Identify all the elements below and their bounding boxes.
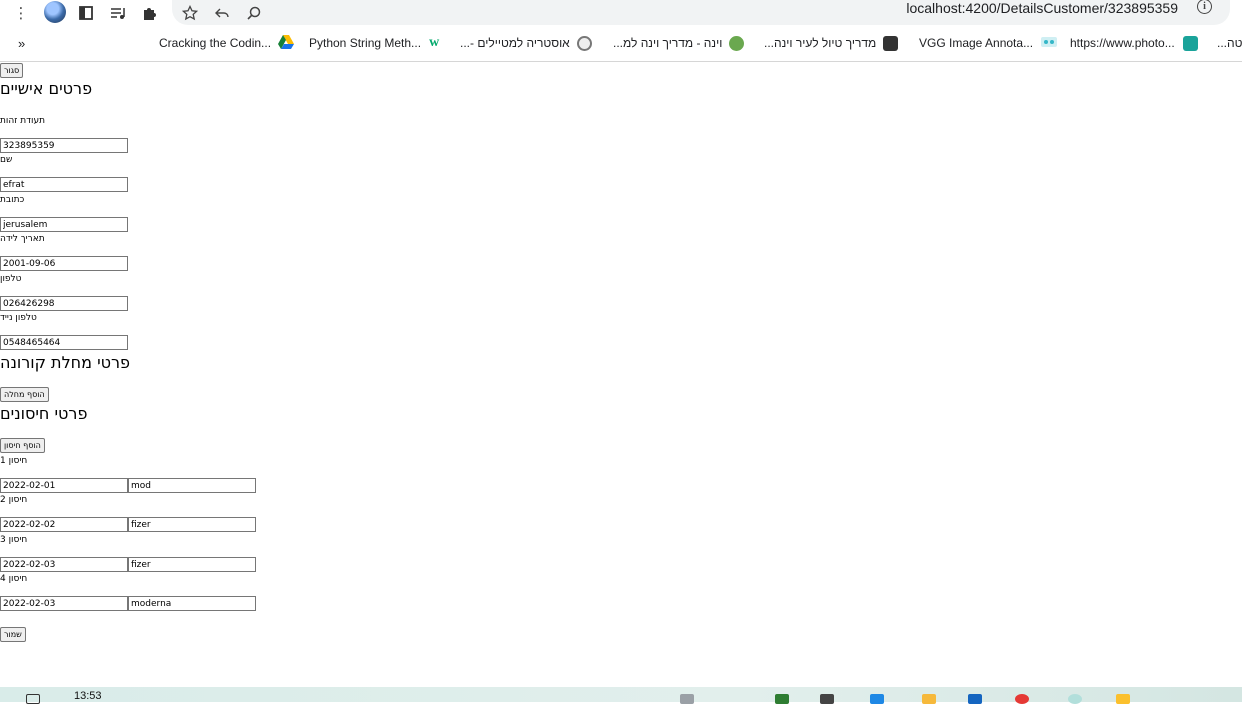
more-options-icon[interactable]: ⋮ <box>10 2 32 24</box>
vaccine-date-field[interactable] <box>0 517 128 532</box>
photo-icon <box>1182 35 1198 51</box>
vscode-icon[interactable] <box>870 694 884 704</box>
bookmark-label: מדריך טיול לעיר וינה... <box>764 36 877 50</box>
task-view-icon[interactable] <box>26 694 40 704</box>
vaccine-label: חיסון 4 <box>0 574 28 584</box>
profile-avatar-icon[interactable] <box>44 1 66 23</box>
browser-chrome: ⋮ localhost:4200/DetailsCustomer/3238953… <box>0 0 1242 62</box>
vaccine-maker-field[interactable] <box>128 517 256 532</box>
mobile-label: טלפון נייד <box>0 313 37 323</box>
media-controls-icon[interactable] <box>107 2 129 24</box>
bookmark-label: Cracking the Codin... <box>159 36 272 50</box>
bookmark-label: אוסטריה למטיילים -... <box>460 36 570 50</box>
bookmark-item[interactable]: וינה - מדריך וינה למ... <box>613 34 745 52</box>
birthdate-label: תאריך לידה <box>0 234 45 244</box>
google-drive-icon <box>278 34 295 52</box>
vaccine-maker-field[interactable] <box>128 596 256 611</box>
id-field[interactable] <box>0 138 128 153</box>
address-label: כתובת <box>0 195 25 205</box>
browser-toolbar: ⋮ localhost:4200/DetailsCustomer/3238953… <box>0 0 1242 26</box>
vaccine-label: חיסון 1 <box>0 456 28 466</box>
taskbar-clock: 13:53 <box>74 690 102 702</box>
bookmark-item[interactable]: VGG Image Annota... <box>919 34 1058 52</box>
omnibox[interactable]: localhost:4200/DetailsCustomer/323895359… <box>172 0 1230 25</box>
vaccine-maker-field[interactable] <box>128 478 256 493</box>
bookmark-item[interactable]: Cracking the Codin... <box>159 34 295 52</box>
add-illness-button[interactable]: הוסף מחלה <box>0 387 49 402</box>
vaccine-maker-field[interactable] <box>128 557 256 572</box>
bookmark-item[interactable]: Python String Meth... w <box>309 34 439 52</box>
bookmark-label: Python String Meth... <box>309 36 422 50</box>
vaccines-heading: פרטי חיסונים <box>0 404 88 423</box>
phone-label: טלפון <box>0 274 22 284</box>
id-label: תעודת זהות <box>0 116 46 126</box>
bookmark-label: VGG Image Annota... <box>919 36 1034 50</box>
zoom-search-icon[interactable] <box>243 2 265 24</box>
name-field[interactable] <box>0 177 128 192</box>
bookmark-item[interactable]: https://www.photo... <box>1070 34 1198 52</box>
taskbar-app-icon[interactable] <box>1068 694 1082 704</box>
site-icon <box>883 35 899 51</box>
w3schools-icon: w <box>429 35 440 50</box>
bookmark-item[interactable]: ...טה <box>1217 34 1242 52</box>
bookmarks-overflow-icon[interactable]: » <box>18 34 25 52</box>
site-info-icon[interactable]: i <box>1197 0 1212 14</box>
save-button[interactable]: שמור <box>0 627 26 642</box>
bookmark-label: וינה - מדריך וינה למ... <box>613 36 723 50</box>
bookmarks-bar: » Cracking the Codin... Python String Me… <box>0 30 1242 56</box>
site-icon <box>576 35 592 51</box>
share-icon[interactable] <box>211 2 233 24</box>
chrome-icon[interactable] <box>1015 694 1029 704</box>
taskbar-app-icon[interactable] <box>680 694 694 704</box>
address-field[interactable] <box>0 217 128 232</box>
taskbar-app-icon[interactable] <box>968 694 982 704</box>
customer-details-page: סגור פרטים אישיים תעודת זהות שם כתובת תא… <box>0 62 1242 687</box>
vaccine-date-field[interactable] <box>0 596 128 611</box>
globe-icon <box>729 35 745 51</box>
vaccine-date-field[interactable] <box>0 557 128 572</box>
address-bar-url[interactable]: localhost:4200/DetailsCustomer/323895359 <box>906 0 1178 16</box>
bookmark-star-icon[interactable] <box>179 2 201 24</box>
vgg-icon <box>1041 36 1058 50</box>
mobile-field[interactable] <box>0 335 128 350</box>
bookmark-label: https://www.photo... <box>1070 36 1175 50</box>
bookmark-item[interactable]: מדריך טיול לעיר וינה... <box>764 34 899 52</box>
vaccine-label: חיסון 2 <box>0 495 28 505</box>
name-label: שם <box>0 155 13 165</box>
taskbar-app-icon[interactable] <box>922 694 936 704</box>
file-explorer-icon[interactable] <box>1116 694 1130 704</box>
vaccine-date-field[interactable] <box>0 478 128 493</box>
birthdate-field[interactable] <box>0 256 128 271</box>
close-button[interactable]: סגור <box>0 63 24 78</box>
bookmark-item[interactable]: אוסטריה למטיילים -... <box>460 34 592 52</box>
add-vaccine-button[interactable]: הוסף חיסון <box>0 438 45 453</box>
vaccine-label: חיסון 3 <box>0 535 28 545</box>
windows-taskbar: 13:53 <box>0 687 1242 704</box>
personal-details-heading: פרטים אישיים <box>0 79 93 98</box>
bookmark-label: ...טה <box>1217 36 1242 50</box>
extensions-puzzle-icon[interactable] <box>139 2 161 24</box>
corona-details-heading: פרטי מחלת קורונה <box>0 353 131 372</box>
side-panel-icon[interactable] <box>75 2 97 24</box>
taskbar-app-icon[interactable] <box>820 694 834 704</box>
phone-field[interactable] <box>0 296 128 311</box>
taskbar-app-icon[interactable] <box>775 694 789 704</box>
